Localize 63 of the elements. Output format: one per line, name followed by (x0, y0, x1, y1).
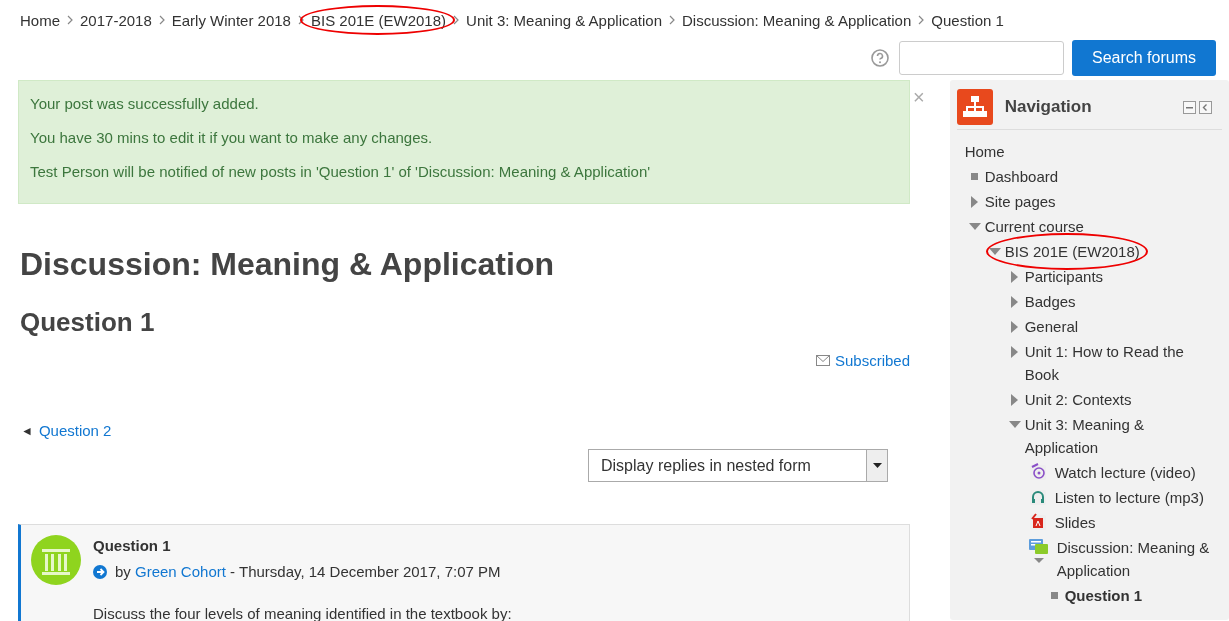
chevron-icon (453, 15, 460, 25)
nav-item[interactable]: Badges (1024, 290, 1076, 313)
breadcrumb-link[interactable]: BIS 201E (EW2018) (310, 11, 447, 29)
left-arrow-icon: ◄ (21, 423, 33, 438)
post-subject: Question 1 (93, 537, 172, 554)
caret-right-icon[interactable] (1011, 345, 1019, 358)
nav-item[interactable]: Question 1 (1064, 584, 1143, 607)
alert-message: Test Person will be notified of new posts in 'Question 1' of 'Discussion: Meaning & Application' (30, 162, 652, 182)
discussion-title: Discussion: Meaning & Application (20, 245, 555, 284)
minimize-icon[interactable] (1183, 100, 1196, 114)
subscribed-link[interactable]: Subscribed (834, 352, 910, 369)
breadcrumb-link[interactable]: Home (20, 11, 60, 29)
block-title: Navigation (1004, 97, 1093, 117)
nav-item[interactable]: Watch lecture (video) (1054, 461, 1196, 484)
chevron-icon (67, 15, 73, 25)
forum-icon (1028, 538, 1049, 564)
nav-item[interactable]: Home (964, 140, 1005, 163)
dock-icon[interactable] (1199, 100, 1212, 114)
breadcrumb-link[interactable]: Discussion: Meaning & Application (682, 11, 912, 29)
caret-down-icon[interactable] (988, 248, 1001, 255)
nav-item[interactable]: BIS 201E (EW2018) (1004, 243, 1140, 260)
help-icon[interactable] (870, 49, 889, 67)
nav-item[interactable]: Site pages (984, 190, 1056, 213)
post-title: Question 1 (20, 306, 156, 339)
chevron-icon (158, 15, 165, 25)
caret-down-icon[interactable] (1008, 421, 1021, 428)
nav-item[interactable]: Dashboard (984, 165, 1059, 188)
arrow-circle-icon (93, 564, 107, 579)
caret-right-icon[interactable] (971, 195, 979, 208)
breadcrumb-link[interactable]: Unit 3: Meaning & Application (466, 11, 662, 29)
caret-right-icon[interactable] (1011, 270, 1019, 283)
post-byline: by Green Cohort - Thursday, 14 December 2017, 7:07 PM (115, 563, 501, 580)
previous-discussion-link[interactable]: Question 2 (38, 422, 112, 439)
breadcrumb-link[interactable]: 2017-2018 (80, 11, 152, 29)
caret-right-icon[interactable] (1011, 320, 1019, 333)
nav-item[interactable]: Slides (1054, 511, 1096, 534)
nav-item[interactable]: General (1024, 315, 1079, 338)
breadcrumb-link[interactable]: Question 1 (931, 11, 1004, 29)
search-forums-button[interactable]: Search forums (1071, 40, 1216, 76)
nav-item[interactable]: Participants (1024, 265, 1104, 288)
nav-item[interactable]: Unit 1: How to Read the Book (1024, 340, 1214, 386)
bullet-icon (1051, 592, 1059, 599)
caret-down-icon (872, 463, 882, 468)
avatar-pillars-icon (31, 535, 81, 585)
bullet-icon (971, 173, 979, 180)
nav-item[interactable]: Unit 3: Meaning & Application (1024, 413, 1214, 459)
author-link[interactable]: Green Cohort (135, 563, 226, 580)
chevron-icon (669, 15, 675, 25)
alert-message: You have 30 mins to edit it if you want to make any changes. (30, 128, 434, 148)
chevron-icon (918, 15, 925, 25)
nav-item[interactable]: Current course (984, 215, 1084, 238)
search-field[interactable] (898, 41, 1064, 75)
nav-item[interactable]: Discussion: Meaning & Application (1056, 536, 1214, 582)
envelope-icon (815, 355, 830, 366)
caret-down-icon[interactable] (968, 223, 981, 230)
nav-item[interactable]: Unit 2: Contexts (1024, 388, 1132, 411)
nav-item[interactable]: Listen to lecture (mp3) (1054, 486, 1204, 509)
caret-right-icon[interactable] (1011, 393, 1019, 406)
display-mode-dropdown[interactable]: Display replies in nested form (588, 449, 888, 482)
sitemap-icon (956, 89, 993, 125)
breadcrumb-link[interactable]: Early Winter 2018 (171, 11, 291, 29)
caret-right-icon[interactable] (1011, 295, 1019, 308)
alert-message: Your post was successfully added. (30, 94, 260, 114)
